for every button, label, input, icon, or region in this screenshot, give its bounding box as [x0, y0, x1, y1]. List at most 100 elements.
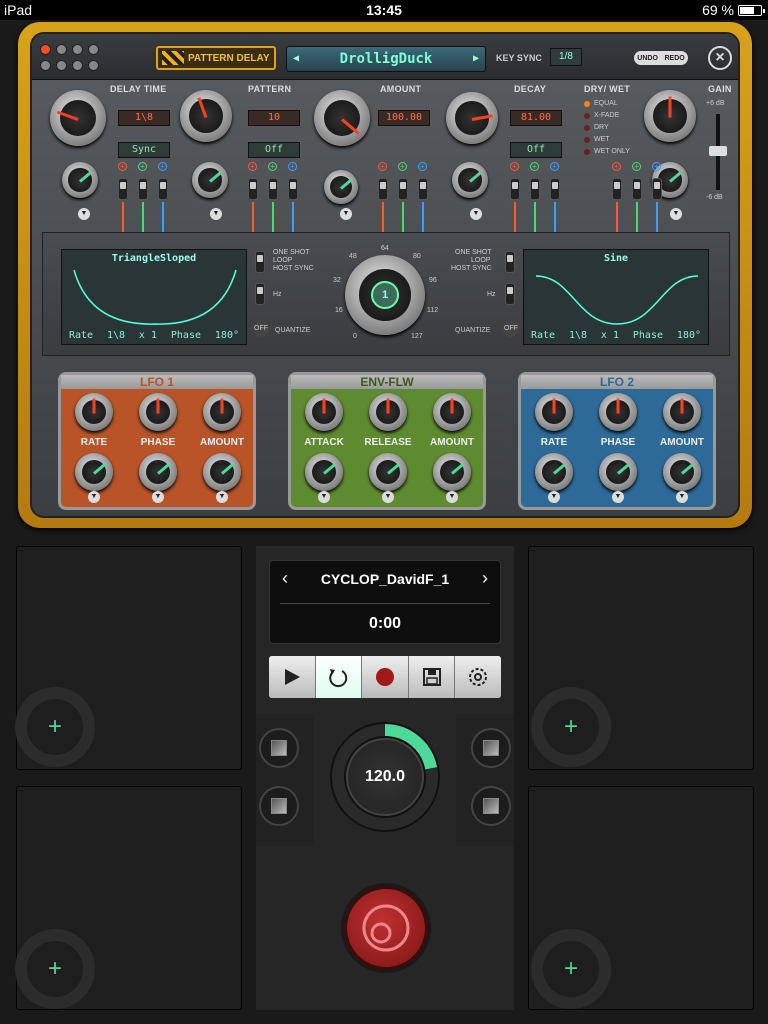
mod-routing-switch[interactable] — [118, 178, 128, 200]
mod-routing-switch[interactable] — [612, 178, 622, 200]
mod-source-plus-icon[interactable]: + — [268, 162, 277, 171]
prev-preset-arrow-icon[interactable]: ◀ — [293, 47, 299, 71]
module-mod-knob[interactable] — [433, 453, 471, 491]
module-mod-knob[interactable] — [535, 453, 573, 491]
preset-slot-dot[interactable] — [56, 44, 67, 55]
mod-dropdown-icon[interactable]: ▼ — [210, 208, 222, 220]
decay-mod-knob[interactable] — [452, 162, 488, 198]
delay-time-value[interactable]: 1\8 — [118, 110, 170, 126]
pattern-mod-knob[interactable] — [192, 162, 228, 198]
mod-routing-switch[interactable] — [138, 178, 148, 200]
save-button[interactable] — [408, 656, 456, 698]
next-song-icon[interactable]: › — [482, 568, 488, 589]
add-loop-button[interactable]: + — [15, 929, 95, 1009]
lfo-right-quantize-button[interactable]: OFF — [503, 321, 519, 337]
mod-routing-switch[interactable] — [158, 178, 168, 200]
record-button[interactable] — [362, 656, 409, 698]
redo-button[interactable]: REDO — [664, 55, 684, 62]
tempo-dial[interactable]: 120.0 — [330, 722, 440, 832]
module-knob[interactable] — [433, 393, 471, 431]
mod-source-plus-icon[interactable]: + — [530, 162, 539, 171]
module-mod-knob[interactable] — [139, 453, 177, 491]
amount-value[interactable]: 100.00 — [378, 110, 430, 126]
module-knob[interactable] — [369, 393, 407, 431]
mod-source-plus-icon[interactable]: + — [652, 162, 661, 171]
preset-slot-dot[interactable] — [88, 60, 99, 71]
add-loop-button[interactable]: + — [531, 929, 611, 1009]
mod-source-plus-icon[interactable]: + — [550, 162, 559, 171]
undo-button[interactable]: UNDO — [637, 55, 658, 62]
effect-name-badge[interactable]: PATTERN DELAY — [156, 46, 276, 70]
mod-source-plus-icon[interactable]: + — [158, 162, 167, 171]
lfo-left-quantize-button[interactable]: OFF — [253, 321, 269, 337]
mod-source-plus-icon[interactable]: + — [418, 162, 427, 171]
mod-routing-switch[interactable] — [418, 178, 428, 200]
module-knob[interactable] — [203, 393, 241, 431]
lfo-right-rate-switch[interactable] — [505, 283, 515, 305]
preset-slot-dot[interactable] — [72, 44, 83, 55]
module-dropdown-icon[interactable]: ▼ — [152, 491, 164, 503]
key-sync-value[interactable]: 1/8 — [550, 48, 582, 66]
module-knob[interactable] — [599, 393, 637, 431]
add-loop-button[interactable]: + — [15, 687, 95, 767]
mod-routing-switch[interactable] — [288, 178, 298, 200]
mod-routing-switch[interactable] — [398, 178, 408, 200]
mod-dropdown-icon[interactable]: ▼ — [78, 208, 90, 220]
gain-fader-handle[interactable] — [709, 146, 727, 156]
mod-routing-switch[interactable] — [268, 178, 278, 200]
next-preset-arrow-icon[interactable]: ▶ — [473, 47, 479, 71]
preset-slot-dot[interactable] — [72, 60, 83, 71]
pattern-knob[interactable] — [180, 90, 232, 142]
module-mod-knob[interactable] — [203, 453, 241, 491]
mod-routing-switch[interactable] — [510, 178, 520, 200]
amount-mod-knob[interactable] — [324, 170, 358, 204]
mod-routing-switch[interactable] — [248, 178, 258, 200]
mod-routing-switch[interactable] — [652, 178, 662, 200]
decay-value[interactable]: 81.00 — [510, 110, 562, 126]
delay-time-knob[interactable] — [50, 90, 106, 146]
preset-slot-dot[interactable] — [40, 44, 51, 55]
module-mod-knob[interactable] — [369, 453, 407, 491]
mod-source-plus-icon[interactable]: + — [612, 162, 621, 171]
close-icon[interactable]: × — [708, 46, 732, 70]
pattern-value[interactable]: 10 — [248, 110, 300, 126]
preset-selector[interactable]: ◀ DrolligDuck ▶ — [286, 46, 486, 72]
lfo-left-mode-switch[interactable] — [255, 251, 265, 273]
mod-routing-switch[interactable] — [632, 178, 642, 200]
loop-pad-top-right[interactable]: + — [528, 546, 754, 770]
module-mod-knob[interactable] — [599, 453, 637, 491]
mod-source-plus-icon[interactable]: + — [378, 162, 387, 171]
module-dropdown-icon[interactable]: ▼ — [548, 491, 560, 503]
drywet-option[interactable]: WET — [584, 136, 630, 144]
right-tool-button-2[interactable] — [471, 786, 511, 826]
drywet-option[interactable]: X-FADE — [584, 112, 630, 120]
decay-mode[interactable]: Off — [510, 142, 562, 158]
module-knob[interactable] — [663, 393, 701, 431]
module-dropdown-icon[interactable]: ▼ — [216, 491, 228, 503]
preset-slot-dot[interactable] — [56, 60, 67, 71]
module-dropdown-icon[interactable]: ▼ — [612, 491, 624, 503]
live-record-button[interactable] — [344, 886, 428, 970]
module-dropdown-icon[interactable]: ▼ — [446, 491, 458, 503]
mod-routing-switch[interactable] — [530, 178, 540, 200]
lfo-left-rate-switch[interactable] — [255, 283, 265, 305]
loop-button[interactable] — [315, 656, 363, 698]
gain-knob[interactable] — [644, 90, 696, 142]
left-tool-button-2[interactable] — [259, 786, 299, 826]
mod-source-plus-icon[interactable]: + — [632, 162, 641, 171]
add-loop-button[interactable]: + — [531, 687, 611, 767]
drywet-option[interactable]: EQUAL — [584, 100, 630, 108]
delay-time-mod-knob[interactable] — [62, 162, 98, 198]
module-knob[interactable] — [139, 393, 177, 431]
mod-source-plus-icon[interactable]: + — [398, 162, 407, 171]
mod-dropdown-icon[interactable]: ▼ — [470, 208, 482, 220]
preset-slot-dot[interactable] — [40, 60, 51, 71]
loop-pad-top-left[interactable]: + — [15, 546, 242, 770]
lfo-right-shape[interactable]: Sine — [524, 253, 708, 264]
mod-source-plus-icon[interactable]: + — [138, 162, 147, 171]
undo-redo-toggle[interactable]: UNDO REDO — [634, 51, 688, 65]
module-dropdown-icon[interactable]: ▼ — [382, 491, 394, 503]
mod-routing-switch[interactable] — [378, 178, 388, 200]
mod-source-plus-icon[interactable]: + — [510, 162, 519, 171]
lfo-left-shape[interactable]: TriangleSloped — [62, 253, 246, 264]
